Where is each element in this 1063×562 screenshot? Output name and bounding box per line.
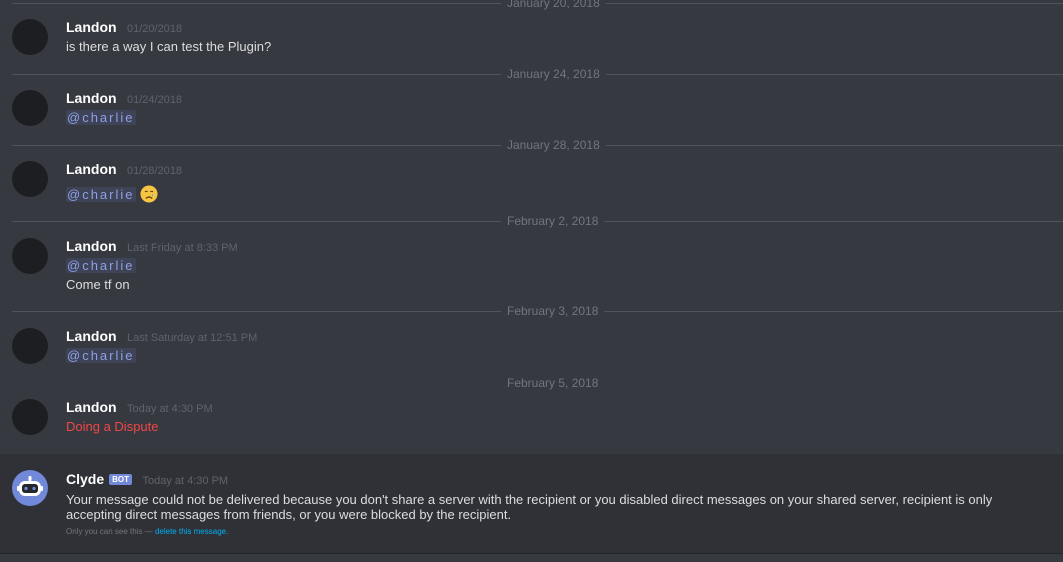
user-mention[interactable]: @charlie	[66, 258, 136, 273]
message-content: @charlie	[66, 348, 136, 364]
author-name[interactable]: Landon	[66, 161, 117, 177]
timestamp: Today at 4:30 PM	[127, 403, 213, 415]
divider-date: January 24, 2018	[501, 67, 606, 81]
user-mention[interactable]: @charlie	[66, 187, 136, 202]
bot-badge: BOT	[109, 474, 133, 485]
user-mention[interactable]: @charlie	[66, 348, 136, 363]
timestamp: Last Saturday at 12:51 PM	[127, 332, 258, 344]
divider-date: February 3, 2018	[501, 304, 605, 318]
author-name[interactable]: Clyde	[66, 471, 104, 487]
message-content: @charlie	[66, 110, 136, 126]
timestamp: 01/28/2018	[127, 165, 183, 177]
message-text: Come tf on	[66, 277, 130, 292]
message-text: Doing a Dispute	[66, 419, 159, 434]
author-name[interactable]: Landon	[66, 238, 117, 254]
message-content: @charlie	[66, 258, 136, 274]
author-name[interactable]: Landon	[66, 90, 117, 106]
divider-date: January 20, 2018	[501, 0, 606, 10]
message-header: Landon Last Saturday at 12:51 PM	[66, 328, 257, 346]
delete-message-link[interactable]: delete this message.	[155, 527, 228, 536]
avatar[interactable]	[12, 238, 48, 274]
chat-messages: January 20, 2018 Landon 01/20/2018 is th…	[0, 0, 1063, 562]
author-name[interactable]: Landon	[66, 19, 117, 35]
ephemeral-note-text: Only you can see this —	[66, 527, 153, 536]
user-mention[interactable]: @charlie	[66, 110, 136, 125]
ephemeral-note: Only you can see this — delete this mess…	[66, 527, 228, 537]
author-name[interactable]: Landon	[66, 399, 117, 415]
divider-date: February 2, 2018	[501, 214, 605, 228]
divider-date: February 5, 2018	[501, 376, 605, 390]
avatar[interactable]	[12, 161, 48, 197]
message-content: @charlie	[66, 185, 158, 203]
divider-line	[0, 553, 1063, 554]
clyde-bot-avatar-icon[interactable]	[12, 470, 48, 506]
avatar[interactable]	[12, 399, 48, 435]
crying-face-icon[interactable]	[139, 185, 158, 203]
message-text: Your message could not be delivered beca…	[66, 492, 993, 522]
avatar[interactable]	[12, 19, 48, 55]
timestamp: Today at 4:30 PM	[142, 475, 229, 487]
author-name[interactable]: Landon	[66, 328, 117, 344]
divider-date: January 28, 2018	[501, 138, 606, 152]
message-text: is there a way I can test the Plugin?	[66, 39, 272, 54]
timestamp: 01/20/2018	[127, 23, 183, 35]
message-header: Landon 01/28/2018	[66, 161, 182, 179]
avatar[interactable]	[12, 90, 48, 126]
message-header: Clyde BOT Today at 4:30 PM	[66, 471, 228, 489]
message-header: Landon Last Friday at 8:33 PM	[66, 238, 238, 256]
message-header: Landon 01/20/2018	[66, 19, 182, 37]
clyde-message: Clyde BOT Today at 4:30 PM Your message c…	[0, 454, 1063, 554]
avatar[interactable]	[12, 328, 48, 364]
message-header: Landon Today at 4:30 PM	[66, 399, 213, 417]
timestamp: 01/24/2018	[127, 94, 183, 106]
timestamp: Last Friday at 8:33 PM	[127, 242, 238, 254]
message-header: Landon 01/24/2018	[66, 90, 182, 108]
